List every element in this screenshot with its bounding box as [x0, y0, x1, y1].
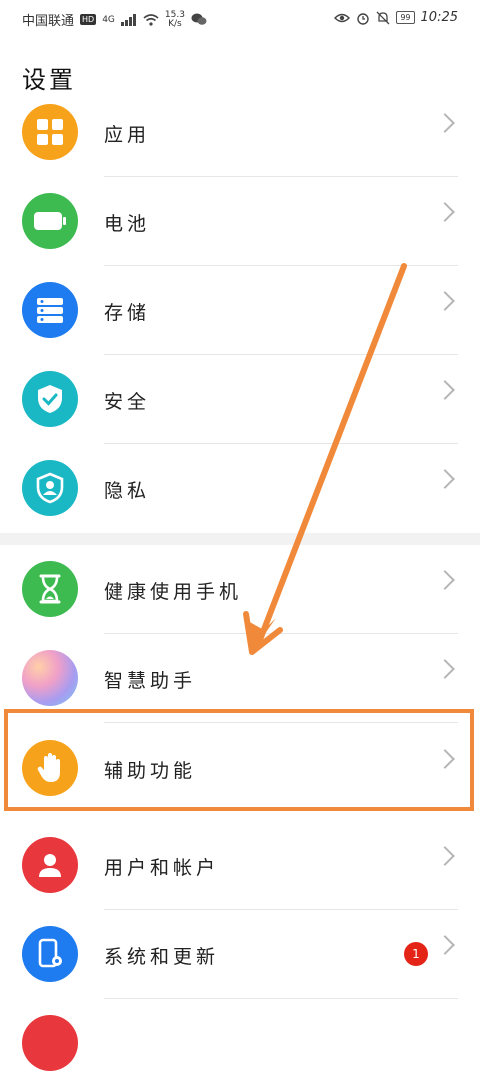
arrow-annotation	[243, 263, 407, 655]
